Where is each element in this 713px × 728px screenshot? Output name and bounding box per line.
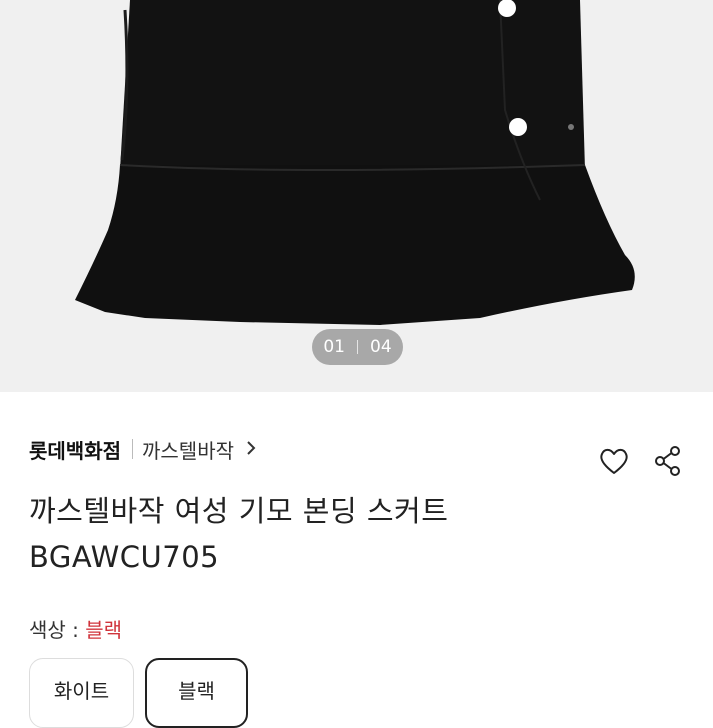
brand-breadcrumb[interactable]: 롯데백화점 까스텔바작	[29, 433, 256, 465]
color-option-black[interactable]: 블랙	[145, 658, 248, 728]
share-button[interactable]	[648, 441, 688, 481]
wishlist-button[interactable]	[594, 441, 634, 481]
color-option-white[interactable]: 화이트	[29, 658, 134, 728]
brand-link[interactable]: 까스텔바작	[142, 435, 234, 464]
image-pager: 01 04	[312, 329, 403, 365]
pager-total: 04	[370, 337, 392, 357]
product-image-carousel[interactable]: 01 04	[0, 0, 713, 392]
color-label: 색상 :	[29, 618, 86, 642]
product-title: 까스텔바작 여성 기모 본딩 스커트 BGAWCU705	[29, 488, 629, 580]
brand-divider	[132, 439, 133, 459]
store-name[interactable]: 롯데백화점	[29, 435, 121, 464]
share-icon	[655, 446, 680, 476]
pager-divider	[357, 340, 358, 354]
color-selection: 색상 : 블랙	[29, 614, 122, 643]
product-code: BGAWCU705	[29, 540, 220, 574]
heart-icon	[600, 448, 628, 474]
selected-color: 블랙	[85, 618, 123, 642]
pager-current: 01	[323, 337, 345, 357]
chevron-right-icon[interactable]	[246, 437, 256, 462]
product-title-line1: 까스텔바작 여성 기모 본딩 스커트	[29, 494, 449, 528]
